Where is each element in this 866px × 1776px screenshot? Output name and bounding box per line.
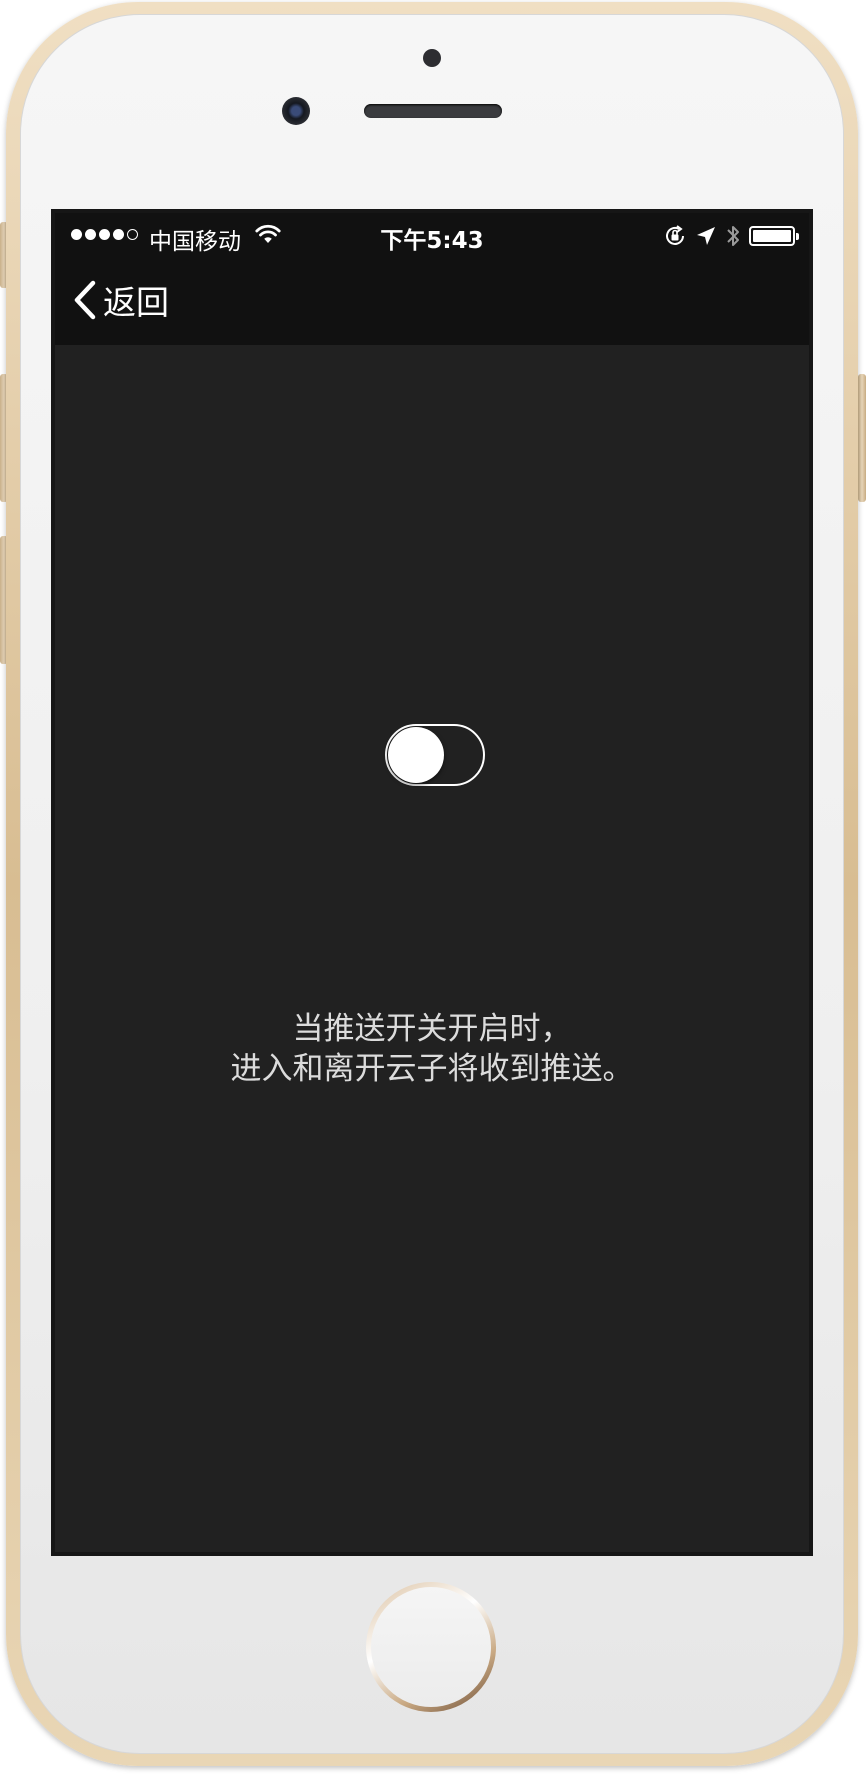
description-line-2: 进入和离开云子将收到推送。 — [230, 1051, 634, 1087]
home-button[interactable] — [366, 1582, 496, 1712]
chevron-left-icon — [74, 280, 96, 320]
status-icons — [663, 223, 799, 249]
location-arrow-icon — [697, 227, 715, 245]
app-screen: 中国移动 下午5:43 返回 当推送开关开启时， 进入和离开云子将收到推送。 — [51, 209, 813, 1556]
power-button — [858, 374, 866, 502]
description-line-1: 当推送开关开启时， — [292, 1011, 572, 1047]
bluetooth-icon — [727, 226, 739, 246]
back-button[interactable]: 返回 — [73, 275, 169, 325]
toggle-knob — [388, 727, 444, 783]
status-bar: 中国移动 下午5:43 — [55, 213, 809, 257]
front-camera-icon — [282, 97, 310, 125]
rotation-lock-icon — [666, 225, 684, 245]
back-button-label: 返回 — [103, 283, 169, 322]
push-description: 当推送开关开启时， 进入和离开云子将收到推送。 — [55, 1009, 809, 1089]
earpiece-speaker — [364, 104, 502, 118]
navigation-bar: 返回 — [55, 257, 809, 345]
proximity-sensor — [423, 49, 441, 67]
battery-icon — [749, 226, 799, 246]
push-notification-toggle[interactable] — [385, 724, 485, 786]
battery-level — [753, 230, 791, 242]
